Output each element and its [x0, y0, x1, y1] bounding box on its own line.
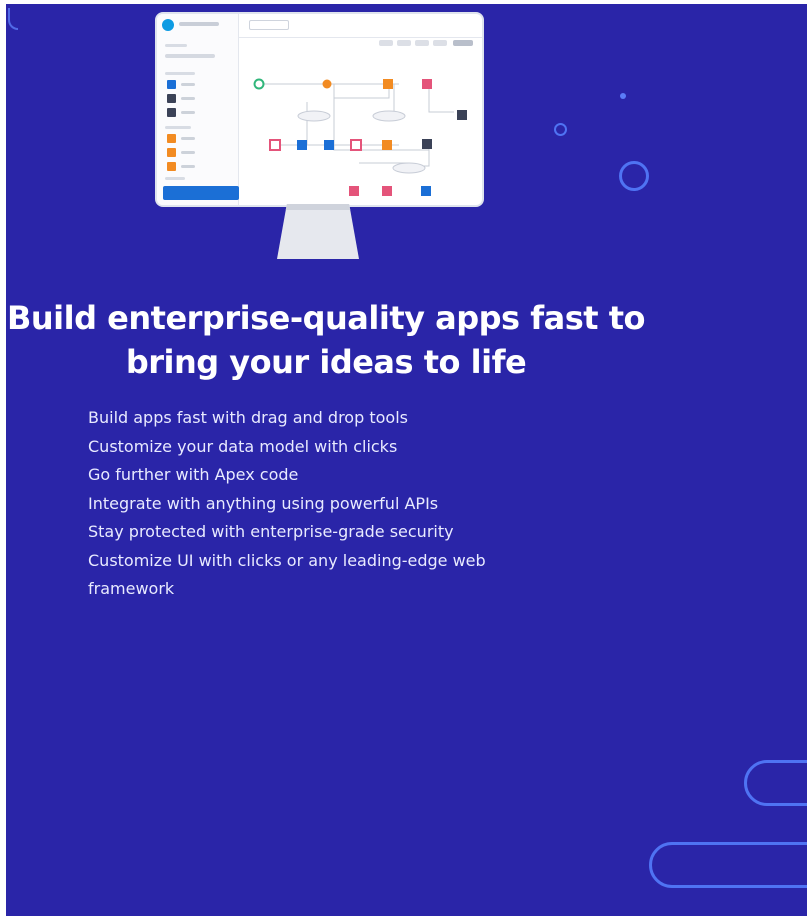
blue-node-icon — [421, 186, 431, 196]
orange-node-icon — [383, 79, 393, 89]
orange-node-icon — [382, 140, 392, 150]
cloud-logo-icon — [162, 19, 174, 31]
palette-tile-label — [181, 111, 195, 114]
feature-item: Stay protected with enterprise-grade sec… — [88, 522, 454, 541]
decorative-dot — [620, 93, 626, 99]
monitor-flow-selector — [249, 20, 289, 30]
monitor-sidebar-tabs — [165, 54, 215, 58]
blue-node-icon — [324, 140, 334, 150]
monitor-sidebar — [157, 14, 239, 205]
monitor-sidebar-title — [165, 44, 187, 47]
pink-node-icon — [422, 79, 432, 89]
monitor-action-button — [163, 186, 239, 200]
palette-tile-icon — [167, 134, 176, 143]
monitor-stand — [277, 204, 359, 259]
flow-canvas — [239, 38, 482, 205]
palette-tile-icon — [167, 148, 176, 157]
palette-tile-label — [181, 165, 195, 168]
monitor-illustration — [157, 14, 482, 205]
flow-diagram — [253, 78, 467, 196]
feature-item: Customize UI with clicks or any leading-… — [88, 550, 486, 599]
palette-tile-icon — [167, 162, 176, 171]
decorative-ring-small — [554, 123, 567, 136]
pink-outline-node-icon — [269, 139, 281, 151]
palette-tile-label — [181, 83, 195, 86]
blue-node-icon — [297, 140, 307, 150]
pink-node-icon — [382, 186, 392, 196]
monitor-section-label — [165, 126, 191, 129]
decision-node-icon — [322, 79, 332, 89]
monitor-app-name — [179, 22, 219, 26]
feature-item: Go further with Apex code — [88, 465, 299, 484]
corner-decoration — [8, 8, 18, 30]
palette-tile-icon — [167, 108, 176, 117]
feature-item: Build apps fast with drag and drop tools — [88, 408, 408, 427]
feature-list: Build apps fast with drag and drop tools… — [88, 404, 548, 604]
monitor-toolbar — [239, 14, 482, 38]
monitor-section-label — [165, 177, 185, 180]
pink-node-icon — [349, 186, 359, 196]
feature-item: Integrate with anything using powerful A… — [88, 493, 439, 513]
palette-tile-label — [181, 97, 195, 100]
navy-node-icon — [422, 139, 432, 149]
pink-outline-node-icon — [350, 139, 362, 151]
hero-panel: Build enterprise-quality apps fast to br… — [6, 4, 807, 916]
decorative-pill-bottom — [649, 842, 807, 888]
monitor-section-label — [165, 72, 195, 75]
palette-tile-icon — [167, 94, 176, 103]
start-node-icon — [253, 78, 265, 90]
decorative-ring-large — [619, 161, 649, 191]
feature-item: Customize your data model with clicks — [88, 436, 398, 456]
decorative-pill-top — [744, 760, 807, 806]
palette-tile-label — [181, 151, 195, 154]
navy-node-icon — [457, 110, 467, 120]
hero-headline: Build enterprise-quality apps fast to br… — [7, 299, 646, 381]
palette-tile-icon — [167, 80, 176, 89]
palette-tile-label — [181, 137, 195, 140]
